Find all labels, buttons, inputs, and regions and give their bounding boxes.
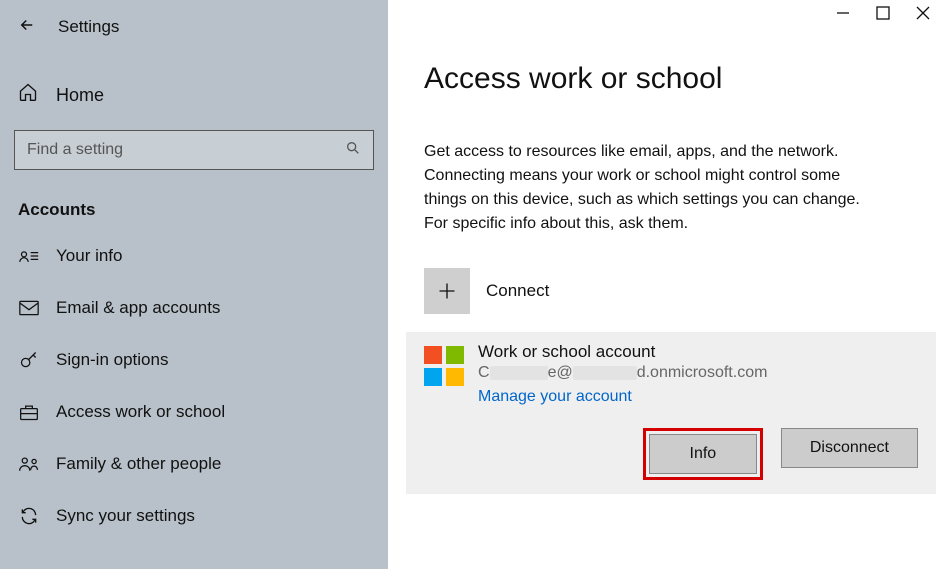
redacted-text	[490, 366, 548, 380]
sidebar: Settings Home Accounts Your info Email &…	[0, 0, 388, 569]
nav-email-accounts[interactable]: Email & app accounts	[0, 282, 388, 334]
section-title: Accounts	[0, 178, 388, 230]
manage-account-link[interactable]: Manage your account	[478, 388, 767, 406]
header-title: Settings	[58, 17, 119, 37]
microsoft-logo-icon	[424, 346, 464, 386]
mail-icon	[18, 300, 40, 316]
page-description: Get access to resources like email, apps…	[388, 96, 908, 236]
connect-button[interactable]: Connect	[406, 268, 936, 314]
nav-access-work-school[interactable]: Access work or school	[0, 386, 388, 438]
account-card[interactable]: Work or school account C e@ d.onmicrosof…	[406, 332, 936, 494]
maximize-icon[interactable]	[876, 6, 890, 25]
nav-signin-options[interactable]: Sign-in options	[0, 334, 388, 386]
key-icon	[18, 350, 40, 370]
account-email: C e@ d.onmicrosoft.com	[478, 364, 767, 382]
info-button[interactable]: Info	[649, 434, 757, 474]
redacted-text	[573, 366, 637, 380]
back-arrow-icon[interactable]	[18, 16, 36, 39]
search-input[interactable]	[27, 141, 345, 159]
nav-label: Sign-in options	[56, 350, 168, 370]
close-icon[interactable]	[916, 6, 930, 25]
main-content: Access work or school Get access to reso…	[388, 0, 936, 569]
disconnect-button[interactable]: Disconnect	[781, 428, 918, 468]
account-title: Work or school account	[478, 342, 767, 362]
window-controls	[836, 6, 930, 25]
plus-icon	[424, 268, 470, 314]
people-icon	[18, 455, 40, 473]
nav-sync-settings[interactable]: Sync your settings	[0, 490, 388, 542]
nav-label: Family & other people	[56, 454, 221, 474]
home-icon	[18, 82, 40, 108]
nav-label: Your info	[56, 246, 122, 266]
nav-your-info[interactable]: Your info	[0, 230, 388, 282]
minimize-icon[interactable]	[836, 6, 850, 25]
info-highlight: Info	[643, 428, 763, 480]
home-label: Home	[56, 85, 104, 106]
connect-label: Connect	[486, 281, 549, 301]
person-card-icon	[18, 247, 40, 265]
nav-label: Access work or school	[56, 402, 225, 422]
nav-label: Sync your settings	[56, 506, 195, 526]
briefcase-icon	[18, 403, 40, 421]
search-box[interactable]	[14, 130, 374, 170]
nav-label: Email & app accounts	[56, 298, 220, 318]
nav-family-people[interactable]: Family & other people	[0, 438, 388, 490]
home-nav[interactable]: Home	[0, 68, 388, 122]
sync-icon	[18, 506, 40, 526]
header: Settings	[0, 0, 388, 54]
search-icon	[345, 140, 361, 161]
